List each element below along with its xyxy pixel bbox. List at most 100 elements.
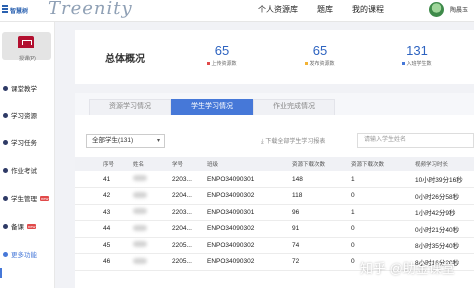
tab-resource-learning[interactable]: 资源学习情况 xyxy=(89,99,171,115)
row-downloads: 0 xyxy=(351,237,415,254)
row-name xyxy=(133,253,172,271)
table-row[interactable]: 43 2203... ENPO34090301 96 1 1小时42分9秒 xyxy=(75,204,474,221)
row-downloads: 0 xyxy=(351,220,415,238)
student-filter-select[interactable]: 全部学生(131) ▾ xyxy=(86,134,165,148)
students-label: 入班学生数 xyxy=(387,60,447,67)
table-row[interactable]: 44 2204... ENPO34090302 91 0 0小时21分40秒 xyxy=(75,220,474,238)
classroom-icon xyxy=(3,85,8,91)
brand-logo[interactable]: 智慧树 xyxy=(2,3,28,17)
sidebar-item-label: 学习任务 xyxy=(11,140,37,147)
col-index[interactable]: 序号 xyxy=(75,157,133,171)
sidebar-item-exams[interactable]: 作业考试 xyxy=(3,164,55,176)
top-bar: 智慧树 Treenity 个人资源库 题库 我的课程 陶晨玉 xyxy=(0,0,474,22)
sidebar-item-label: 学习资源 xyxy=(11,113,37,120)
sidebar-item-resources[interactable]: 学习资源 xyxy=(3,109,55,121)
redacted-name xyxy=(133,208,147,215)
row-class: ENPO34090302 xyxy=(207,220,292,238)
active-indicator xyxy=(0,268,2,278)
col-student-id[interactable]: 学号 xyxy=(172,157,207,171)
logo-icon xyxy=(2,5,8,15)
new-badge: new xyxy=(27,223,37,229)
redacted-name xyxy=(133,241,147,248)
course-tag: 授课(P) xyxy=(19,56,36,62)
row-student-id: 2203... xyxy=(172,204,207,221)
row-views: 148 xyxy=(292,171,351,188)
sidebar-item-label: 课堂教学 xyxy=(11,86,37,93)
sidebar-item-classroom[interactable]: 课堂教学 xyxy=(3,82,55,94)
nav-personal-resources[interactable]: 个人资源库 xyxy=(258,4,298,15)
redacted-name xyxy=(133,191,147,198)
uploaded-count: 65 xyxy=(214,43,230,58)
overview-title: 总体概况 xyxy=(105,54,145,65)
row-video-time: 1小时42分9秒 xyxy=(415,204,474,221)
sidebar-item-more[interactable]: 更多功能 xyxy=(3,248,55,260)
table-row[interactable]: 42 2204... ENPO34090302 118 0 0小时26分58秒 xyxy=(75,187,474,205)
col-downloads[interactable]: 资源下载次数 xyxy=(351,157,415,171)
table-header: 序号 姓名 学号 班级 资源下载次数 资源下载次数 视频学习时长 xyxy=(75,157,474,171)
row-views: 72 xyxy=(292,253,351,271)
row-student-id: 2204... xyxy=(172,187,207,205)
sidebar-item-students[interactable]: 学生管理 new xyxy=(3,192,55,204)
uploaded-label: 上传资源数 xyxy=(192,60,252,67)
new-badge: new xyxy=(40,195,50,201)
row-video-time: 8小时35分40秒 xyxy=(415,237,474,254)
row-views: 74 xyxy=(292,237,351,254)
sidebar-item-label: 更多功能 xyxy=(11,252,37,259)
row-class: ENPO34090301 xyxy=(207,204,292,221)
row-index: 44 xyxy=(75,220,133,238)
sidebar-item-label: 作业考试 xyxy=(11,168,37,175)
col-name[interactable]: 姓名 xyxy=(133,157,172,171)
row-views: 118 xyxy=(292,187,351,205)
col-class[interactable]: 班级 xyxy=(207,157,292,171)
redacted-name xyxy=(133,257,147,264)
row-index: 46 xyxy=(75,253,133,271)
overview-card: 总体概况 65 上传资源数 65 发布资源数 131 入班学生数 xyxy=(75,30,474,84)
row-video-time: 0小时21分40秒 xyxy=(415,220,474,238)
table-row[interactable]: 45 2205... ENPO34090302 74 0 8小时35分40秒 xyxy=(75,237,474,254)
row-class: ENPO34090301 xyxy=(207,171,292,188)
row-index: 45 xyxy=(75,237,133,254)
published-count: 65 xyxy=(312,43,328,58)
prep-icon xyxy=(3,223,8,229)
more-icon xyxy=(3,251,8,257)
col-views[interactable]: 资源下载次数 xyxy=(292,157,351,171)
row-index: 42 xyxy=(75,187,133,205)
row-index: 43 xyxy=(75,204,133,221)
students-count: 131 xyxy=(406,43,428,58)
nav-my-courses[interactable]: 我的课程 xyxy=(352,4,384,15)
row-class: ENPO34090302 xyxy=(207,187,292,205)
download-report-button[interactable]: ⤓ 下载全部学生学习报表 xyxy=(261,136,325,146)
row-name xyxy=(133,220,172,238)
row-name xyxy=(133,204,172,221)
exams-icon xyxy=(3,167,8,173)
course-logo-icon xyxy=(18,36,34,48)
sidebar-item-tasks[interactable]: 学习任务 xyxy=(3,136,55,148)
tasks-icon xyxy=(3,139,8,145)
sidebar-item-label: 学生管理 xyxy=(11,196,37,203)
brand-script: Treenity xyxy=(48,0,133,19)
students-icon xyxy=(3,195,8,201)
resources-icon xyxy=(3,112,8,118)
tab-homework[interactable]: 作业完成情况 xyxy=(253,99,335,115)
sidebar: 授课(P) 课堂教学 学习资源 学习任务 作业考试 学生管理 new 备课 ne… xyxy=(0,22,55,288)
row-class: ENPO34090302 xyxy=(207,253,292,271)
user-name[interactable]: 陶晨玉 xyxy=(450,5,468,14)
row-downloads: 1 xyxy=(351,204,415,221)
table-row[interactable]: 41 2203... ENPO34090301 148 1 10小时39分16秒 xyxy=(75,171,474,188)
tab-student-learning[interactable]: 学生学习情况 xyxy=(171,99,253,115)
avatar[interactable] xyxy=(429,2,444,17)
nav-question-bank[interactable]: 题库 xyxy=(317,4,333,15)
redacted-name xyxy=(133,224,147,231)
row-student-id: 2205... xyxy=(172,253,207,271)
sidebar-item-prep[interactable]: 备课 new xyxy=(3,220,55,232)
row-name xyxy=(133,187,172,205)
row-index: 41 xyxy=(75,171,133,188)
row-video-time: 0小时26分58秒 xyxy=(415,187,474,205)
published-label: 发布资源数 xyxy=(290,60,350,67)
col-video-time[interactable]: 视频学习时长 xyxy=(415,157,474,171)
chevron-down-icon: ▾ xyxy=(156,138,160,144)
row-name xyxy=(133,171,172,188)
row-student-id: 2205... xyxy=(172,237,207,254)
watermark: 知乎 @助金课堂 xyxy=(360,261,455,276)
student-search-input[interactable]: 请输入学生姓名 xyxy=(357,133,474,148)
